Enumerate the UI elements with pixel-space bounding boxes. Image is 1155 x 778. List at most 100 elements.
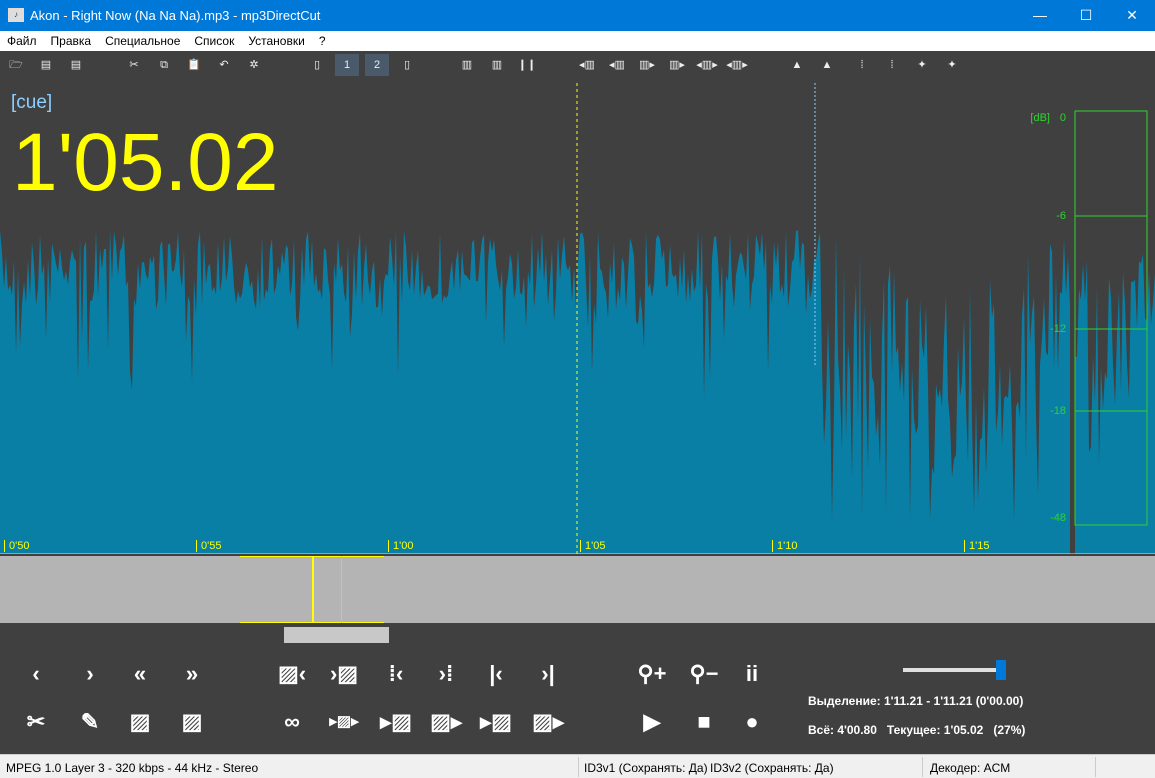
fade-out-icon[interactable]: ⁞ (880, 54, 904, 76)
play-sel-end-icon: ▨▸ (532, 709, 564, 734)
cue-left-button[interactable]: ⁞‹ (378, 658, 414, 690)
timeline-tick: 0'50 (4, 540, 29, 552)
scrollbar-thumb[interactable] (284, 627, 389, 643)
pause-marks-icon[interactable]: ❙❙ (515, 54, 539, 76)
split-all-icon[interactable]: ▥ (455, 54, 479, 76)
meter-level-label: 0 (1059, 112, 1066, 124)
cue-left-icon: ⁞‹ (388, 661, 404, 686)
page-icon[interactable]: ▯ (305, 54, 329, 76)
zoom-in-icon: ⚲+ (637, 661, 667, 686)
play-to-end-button[interactable]: ▸▨ (478, 706, 514, 738)
sel-start-left-icon: ▨‹ (277, 661, 307, 686)
marker2-icon[interactable]: ✦ (940, 54, 964, 76)
timeline-tick: 1'05 (580, 540, 605, 552)
split-icon[interactable]: ▥ (485, 54, 509, 76)
zoom-in-button[interactable]: ⚲+ (634, 658, 670, 690)
volume-slider-thumb[interactable] (996, 660, 1006, 680)
timeline-tick: 0'55 (196, 540, 221, 552)
info-icon: ii (745, 661, 759, 686)
menu-item[interactable]: Правка (44, 31, 99, 48)
volume-slider[interactable] (903, 660, 1006, 680)
save-icon[interactable]: ▤ (34, 54, 58, 76)
cue-right-button[interactable]: ›⁞ (428, 658, 464, 690)
forward-icon: » (185, 661, 199, 686)
menu-item[interactable]: ? (312, 31, 333, 48)
status-id3v1: ID3v1 (Сохранять: Да) (584, 761, 708, 775)
play-to-sel-button[interactable]: ▸▨ (378, 706, 414, 738)
menu-item[interactable]: Установки (241, 31, 311, 48)
menu-item[interactable]: Список (187, 31, 241, 48)
menu-bar: Файл Правка Специальное Список Установки? (0, 31, 1155, 51)
sel-start-left-button[interactable]: ▨‹ (274, 658, 310, 690)
play-from-sel-icon: ▨▸ (430, 709, 462, 734)
play-button[interactable]: ▶ (634, 706, 670, 738)
status-id3v2: ID3v2 (Сохранять: Да) (710, 761, 834, 775)
loop-button[interactable]: ∞ (274, 706, 310, 738)
forward-button[interactable]: » (174, 658, 210, 690)
play-to-sel-icon: ▸▨ (380, 709, 412, 734)
play-selection-icon: ▸▨▸ (329, 713, 359, 730)
fade-in-icon[interactable]: ⁞ (850, 54, 874, 76)
undo-icon[interactable]: ↶ (212, 54, 236, 76)
timeline-tick: 1'00 (388, 540, 413, 552)
level-down-icon[interactable]: ▲ (815, 54, 839, 76)
overview-strip[interactable] (0, 556, 1155, 623)
cue-next2-icon[interactable]: ▥▸ (665, 54, 689, 76)
current-position: 1'05.02 (12, 117, 279, 208)
status-decoder: Декодер: ACM (930, 761, 1011, 775)
paste-icon[interactable]: 📋 (182, 54, 206, 76)
menu-item[interactable]: Файл (0, 31, 44, 48)
prev-button[interactable]: ‹ (18, 658, 54, 690)
status-format: MPEG 1.0 Layer 3 - 320 kbps - 44 kHz - S… (6, 761, 259, 775)
page-info-icon[interactable]: ▯ (395, 54, 419, 76)
pencil-button[interactable]: ✎ (72, 706, 108, 738)
record-button[interactable]: ● (734, 706, 770, 738)
menu-item[interactable]: Специальное (98, 31, 187, 48)
info-button[interactable]: ii (734, 658, 770, 690)
to-end-icon: ›| (541, 661, 555, 686)
play-selection-button[interactable]: ▸▨▸ (326, 706, 362, 738)
page-2-icon[interactable]: 2 (365, 54, 389, 76)
total-current-info: Всё: 4'00.80 Текущее: 1'05.02 (27%) (808, 723, 1026, 737)
settings-icon[interactable]: ✲ (242, 54, 266, 76)
minimize-button[interactable]: — (1017, 0, 1063, 31)
open-icon[interactable]: 🗁 (4, 54, 28, 76)
toolbar: 🗁 ▤ ▤ ✂ ⧉ 📋 ↶ ✲ ▯ 1 2 ▯ ▥ ▥ ❙❙ ◂▥ ◂▥ ▥▸ ▥▸ ◂▥▸ ◂▥▸ ▲ ▲ ⁞ ⁞ ✦ ✦ (0, 51, 1155, 78)
rewind-button[interactable]: « (122, 658, 158, 690)
page-1-icon[interactable]: 1 (335, 54, 359, 76)
maximize-button[interactable]: ☐ (1063, 0, 1109, 31)
select-all-button[interactable]: ▨ (174, 706, 210, 738)
timeline-tick: 1'15 (964, 540, 989, 552)
copy-icon[interactable]: ⧉ (152, 54, 176, 76)
sel-end-right-button[interactable]: ›▨ (326, 658, 362, 690)
to-start-button[interactable]: |‹ (478, 658, 514, 690)
zoom-out-icon: ⚲− (689, 661, 719, 686)
overview-selection (341, 556, 342, 623)
overview-cursor (312, 556, 314, 623)
level-up-icon[interactable]: ▲ (785, 54, 809, 76)
stop-icon: ■ (697, 709, 711, 734)
play-icon: ▶ (643, 709, 661, 734)
close-button[interactable]: ✕ (1109, 0, 1155, 31)
to-end-button[interactable]: ›| (530, 658, 566, 690)
waveform (0, 230, 1070, 554)
play-sel-end-button[interactable]: ▨▸ (530, 706, 566, 738)
cue-both-icon[interactable]: ◂▥▸ (695, 54, 719, 76)
cue-next-icon[interactable]: ▥▸ (635, 54, 659, 76)
zoom-out-button[interactable]: ⚲− (686, 658, 722, 690)
play-from-sel-button[interactable]: ▨▸ (428, 706, 464, 738)
marker-icon[interactable]: ✦ (910, 54, 934, 76)
save-list-icon[interactable]: ▤ (64, 54, 88, 76)
stop-button[interactable]: ■ (686, 706, 722, 738)
next-button[interactable]: › (72, 658, 108, 690)
cue-prev-icon[interactable]: ◂▥ (575, 54, 599, 76)
cue-label: [cue] (11, 92, 53, 113)
meter-level-label: -48 (1050, 512, 1066, 524)
cue-prev2-icon[interactable]: ◂▥ (605, 54, 629, 76)
cue-both2-icon[interactable]: ◂▥▸ (725, 54, 749, 76)
scissors-button[interactable]: ✂ (18, 706, 54, 738)
window-title: Akon - Right Now (Na Na Na).mp3 - mp3Dir… (30, 8, 321, 23)
cut-icon[interactable]: ✂ (122, 54, 146, 76)
select-area-button[interactable]: ▨ (122, 706, 158, 738)
prev-icon: ‹ (32, 661, 40, 686)
